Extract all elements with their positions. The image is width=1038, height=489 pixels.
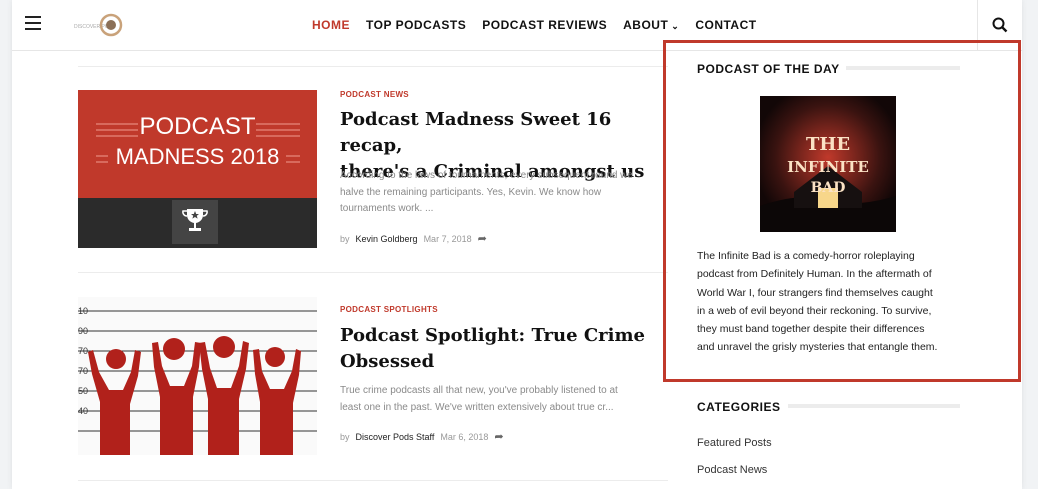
svg-text:70: 70 (78, 366, 88, 376)
article-card: PODCAST MADNESS 2018 PODCAST NEWS Podcas… (78, 90, 668, 260)
search-icon (992, 17, 1008, 33)
article-date: Mar 7, 2018 (423, 233, 472, 244)
article-category[interactable]: PODCAST NEWS (340, 90, 409, 99)
cover-title-line3: BAD (811, 180, 846, 196)
meta-by: by (340, 431, 350, 442)
nav-podcast-reviews[interactable]: PODCAST REVIEWS (482, 18, 607, 32)
divider (78, 272, 668, 273)
svg-text:40: 40 (78, 406, 88, 416)
widget-title-categories: CATEGORIES (697, 400, 781, 414)
article-author[interactable]: Kevin Goldberg (356, 234, 418, 244)
category-link-featured-posts[interactable]: Featured Posts (697, 437, 772, 449)
cover-title-line2: INFINITE (787, 158, 869, 176)
excerpt-line: halve the remaining participants. Yes, K… (340, 186, 602, 198)
widget-title-rule (846, 66, 960, 70)
nav-about[interactable]: ABOUT ⌄ (623, 18, 679, 32)
site-logo[interactable]: DISCOVER PODS (74, 12, 124, 38)
category-link-podcast-news[interactable]: Podcast News (697, 464, 767, 476)
article-excerpt: True crime podcasts all that new, you've… (340, 383, 666, 416)
svg-text:70: 70 (78, 346, 88, 356)
widget-title-podcast-of-the-day: PODCAST OF THE DAY (697, 62, 840, 76)
podcast-cover-art[interactable]: THE INFINITE BAD (760, 96, 896, 232)
svg-text:50: 50 (78, 386, 88, 396)
thumb-headline-line2: MADNESS 2018 (116, 144, 280, 169)
article-title-line2: Obsessed (340, 351, 435, 372)
article-title-line1: Podcast Spotlight: True Crime (340, 325, 645, 346)
description-line: in a web of evil beyond their reckoning.… (697, 304, 932, 317)
description-line: they must band together despite their di… (697, 323, 925, 336)
article-meta: by Kevin Goldberg Mar 7, 2018 ➦ (340, 232, 487, 245)
meta-by: by (340, 233, 350, 244)
article-meta: by Discover Pods Staff Mar 6, 2018 ➦ (340, 430, 504, 443)
article-author[interactable]: Discover Pods Staff (356, 432, 435, 442)
divider (78, 66, 668, 67)
hamburger-menu-icon[interactable] (25, 16, 41, 32)
description-line: The Infinite Bad is a comedy-horror role… (697, 250, 915, 262)
nav-contact[interactable]: CONTACT (695, 18, 756, 32)
share-icon[interactable]: ➦ (478, 232, 487, 245)
description-line: World War I, four strangers find themsel… (697, 286, 933, 299)
article-card: 10 90 70 70 50 40 PODCAST SPOTLIGHTS Podcast … (78, 297, 668, 467)
description-line: podcast from Definitely Human. In the af… (697, 268, 932, 281)
svg-text:90: 90 (78, 326, 88, 336)
article-category[interactable]: PODCAST SPOTLIGHTS (340, 305, 438, 314)
article-thumbnail[interactable]: 10 90 70 70 50 40 (78, 297, 317, 455)
share-icon[interactable]: ➦ (494, 430, 503, 443)
description-line: and unravel the grisly mysteries that en… (697, 341, 938, 354)
podcast-description: The Infinite Bad is a comedy-horror role… (697, 247, 967, 357)
excerpt-line: least one in the past. We've written ext… (340, 401, 614, 413)
nav-about-label: ABOUT (623, 18, 669, 32)
article-title-line1: Podcast Madness Sweet 16 recap, (340, 109, 612, 156)
svg-text:10: 10 (78, 306, 88, 316)
excerpt-line: tournaments work. ... (340, 203, 434, 214)
cover-title-line1: THE (806, 134, 850, 155)
article-date: Mar 6, 2018 (440, 431, 489, 442)
chevron-down-icon: ⌄ (671, 21, 680, 31)
widget-title-rule (788, 404, 960, 408)
article-title[interactable]: Podcast Spotlight: True Crime Obsessed (340, 323, 670, 375)
thumb-headline-line1: PODCAST (139, 113, 255, 140)
divider (78, 480, 668, 481)
excerpt-line: According to the laws of tournaments, ev… (340, 170, 633, 181)
article-excerpt: According to the laws of tournaments, ev… (340, 168, 666, 218)
nav-home[interactable]: HOME (312, 18, 350, 32)
nav-top-podcasts[interactable]: TOP PODCASTS (366, 18, 466, 32)
article-thumbnail[interactable]: PODCAST MADNESS 2018 (78, 90, 317, 248)
excerpt-line: True crime podcasts all that new, you've… (340, 385, 618, 396)
